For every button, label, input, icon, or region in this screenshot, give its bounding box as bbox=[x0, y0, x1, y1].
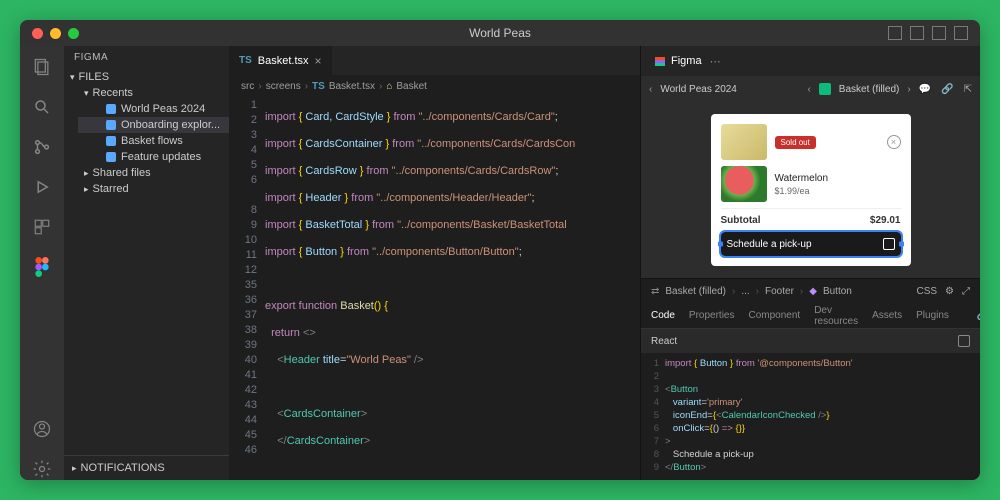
layout-controls bbox=[888, 26, 980, 40]
figma-panel-tab[interactable]: Figma ⋯ bbox=[641, 46, 735, 76]
inspector-tab-properties[interactable]: Properties bbox=[689, 310, 735, 321]
calendar-icon bbox=[883, 238, 895, 250]
code-area[interactable]: 12345689101112353637383940414243444546 i… bbox=[229, 96, 640, 480]
window-maximize-button[interactable] bbox=[68, 28, 79, 39]
snippet-language: React bbox=[651, 336, 677, 347]
source-control-icon[interactable] bbox=[31, 136, 53, 158]
sidebar-section-shared[interactable]: Shared files bbox=[78, 165, 229, 181]
panel-toggle-icon[interactable] bbox=[954, 26, 968, 40]
debug-icon[interactable] bbox=[31, 176, 53, 198]
link-icon[interactable]: 🔗 bbox=[941, 84, 953, 95]
inspector-tab-code[interactable]: Code bbox=[651, 310, 675, 321]
window-minimize-button[interactable] bbox=[50, 28, 61, 39]
figma-icon[interactable] bbox=[31, 256, 53, 278]
settings-icon[interactable]: ⚙ bbox=[945, 286, 954, 297]
basket-card: Sold out × Watermelon $1.99/ea Subtotal bbox=[711, 114, 911, 266]
figma-file-icon bbox=[106, 136, 116, 146]
subtotal-value: $29.01 bbox=[870, 215, 901, 226]
activity-bar bbox=[20, 46, 64, 480]
code-editor: TS Basket.tsx × src› screens› TSBasket.t… bbox=[229, 46, 640, 480]
window-title: World Peas bbox=[469, 26, 531, 40]
inspector-tab-dev[interactable]: Dev resources bbox=[814, 305, 858, 327]
panel-toggle-icon[interactable] bbox=[910, 26, 924, 40]
link-icon[interactable]: 🔗 bbox=[977, 310, 980, 321]
code-snippet[interactable]: 123456789 import { Button } from '@compo… bbox=[641, 353, 980, 478]
inspector-tab-assets[interactable]: Assets bbox=[872, 310, 902, 321]
product-image bbox=[721, 124, 767, 160]
figma-nav: ‹ World Peas 2024 ‹ Basket (filled) › 💬 … bbox=[641, 76, 980, 102]
open-external-icon[interactable]: ⇱ bbox=[964, 84, 972, 95]
inspector-tabs: Code Properties Component Dev resources … bbox=[641, 303, 980, 329]
schedule-pickup-button[interactable]: Schedule a pick-up bbox=[721, 232, 901, 256]
product-price: $1.99/ea bbox=[775, 186, 829, 196]
css-label[interactable]: CSS bbox=[916, 286, 937, 297]
inspector-tab-component[interactable]: Component bbox=[748, 310, 800, 321]
product-name: Watermelon bbox=[775, 173, 829, 184]
panel-toggle-icon[interactable] bbox=[888, 26, 902, 40]
figma-file-name[interactable]: World Peas 2024 bbox=[660, 84, 737, 95]
inspector-tab-plugins[interactable]: Plugins bbox=[916, 310, 949, 321]
window-close-button[interactable] bbox=[32, 28, 43, 39]
figma-file-icon bbox=[106, 120, 116, 130]
sidebar-section-recents[interactable]: Recents bbox=[78, 85, 229, 101]
sidebar-file-item[interactable]: World Peas 2024 bbox=[78, 101, 229, 117]
figma-logo-icon bbox=[655, 57, 665, 66]
product-image bbox=[721, 166, 767, 202]
subtotal-label: Subtotal bbox=[721, 215, 761, 226]
titlebar: World Peas bbox=[20, 20, 980, 46]
breadcrumb[interactable]: src› screens› TSBasket.tsx› ⌂Basket bbox=[229, 76, 640, 96]
panel-toggle-icon[interactable] bbox=[932, 26, 946, 40]
chat-icon[interactable]: 💬 bbox=[919, 84, 931, 95]
figma-frame-name[interactable]: Basket (filled) bbox=[839, 84, 900, 95]
editor-tabs: TS Basket.tsx × bbox=[229, 46, 640, 76]
expand-icon[interactable]: ⤢ bbox=[962, 286, 970, 297]
sidebar-section-starred[interactable]: Starred bbox=[78, 181, 229, 197]
app-window: World Peas FIGMA FILES Recents bbox=[20, 20, 980, 480]
inspector-panel: ⇄ Basket (filled)› ...› Footer› ◆Button … bbox=[641, 278, 980, 480]
explorer-icon[interactable] bbox=[31, 56, 53, 78]
figma-preview[interactable]: Sold out × Watermelon $1.99/ea Subtotal bbox=[641, 102, 980, 278]
close-tab-icon[interactable]: × bbox=[315, 54, 322, 68]
sidebar-file-item[interactable]: Onboarding explor... bbox=[78, 117, 229, 133]
sidebar-file-item[interactable]: Basket flows bbox=[78, 133, 229, 149]
copy-icon[interactable] bbox=[958, 335, 970, 347]
inspector-breadcrumb[interactable]: ⇄ Basket (filled)› ...› Footer› ◆Button … bbox=[641, 279, 980, 303]
figma-file-icon bbox=[106, 104, 116, 114]
sidebar-title: FIGMA bbox=[64, 46, 229, 69]
extensions-icon[interactable] bbox=[31, 216, 53, 238]
back-icon[interactable]: ‹ bbox=[649, 84, 652, 95]
editor-tab[interactable]: TS Basket.tsx × bbox=[229, 46, 333, 75]
figma-sidebar: FIGMA FILES Recents World Peas 2024 Onbo… bbox=[64, 46, 229, 480]
tab-label: Basket.tsx bbox=[258, 55, 309, 67]
figma-file-icon bbox=[106, 152, 116, 162]
sidebar-file-item[interactable]: Feature updates bbox=[78, 149, 229, 165]
sidebar-section-files[interactable]: FILES bbox=[64, 69, 229, 85]
settings-icon[interactable] bbox=[31, 458, 53, 480]
remove-icon[interactable]: × bbox=[887, 135, 901, 149]
forward-icon[interactable]: › bbox=[907, 84, 910, 95]
line-gutter: 12345689101112353637383940414243444546 bbox=[229, 96, 265, 480]
back-icon[interactable]: ‹ bbox=[807, 84, 810, 95]
sidebar-section-notifications[interactable]: NOTIFICATIONS bbox=[64, 455, 229, 480]
typescript-icon: TS bbox=[239, 55, 252, 66]
sold-out-badge: Sold out bbox=[775, 136, 816, 149]
code-lines[interactable]: import { Card, CardStyle } from "../comp… bbox=[265, 96, 640, 480]
figma-panel: Figma ⋯ ‹ World Peas 2024 ‹ Basket (fill… bbox=[640, 46, 980, 480]
account-icon[interactable] bbox=[31, 418, 53, 440]
search-icon[interactable] bbox=[31, 96, 53, 118]
component-icon bbox=[819, 83, 831, 95]
